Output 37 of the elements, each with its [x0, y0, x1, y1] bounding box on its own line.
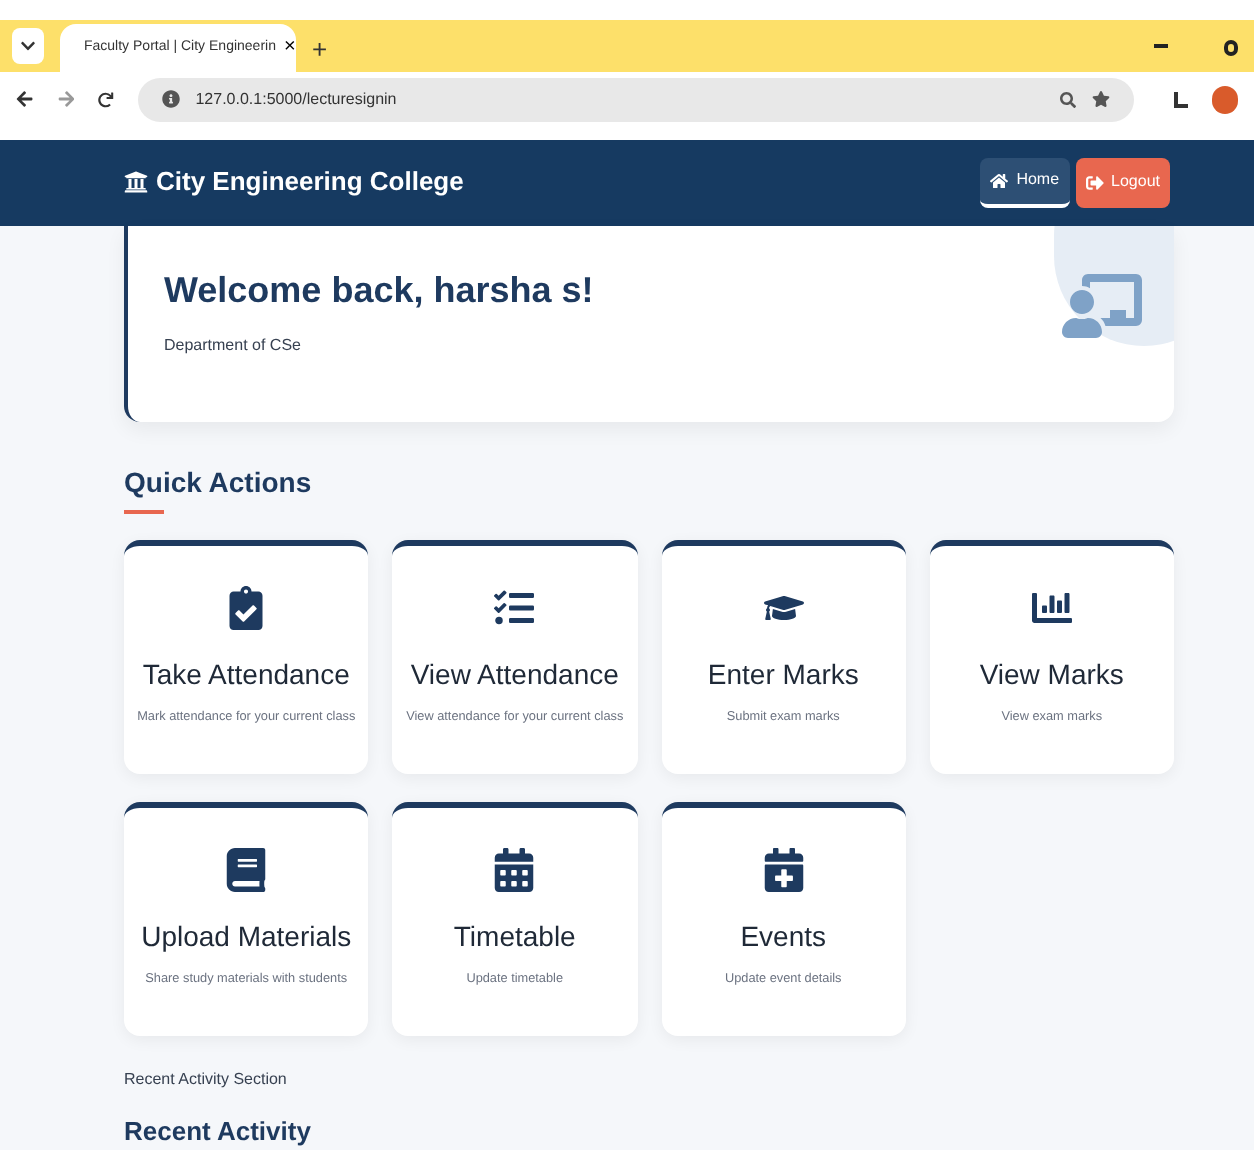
building-icon — [124, 170, 148, 195]
minimize-icon[interactable] — [1154, 43, 1168, 48]
action-title: View Marks — [979, 657, 1124, 692]
back-icon[interactable] — [16, 90, 34, 109]
calendar-icon — [494, 847, 535, 891]
section-title: Quick Actions — [124, 463, 312, 502]
address-bar[interactable]: 127.0.0.1:5000/lecturesignin — [137, 77, 1134, 122]
info-icon — [161, 90, 180, 109]
section-title: Recent Activity — [124, 1113, 313, 1150]
logout-icon — [1085, 173, 1104, 192]
home-button[interactable]: Home — [980, 157, 1070, 208]
tab-list-button[interactable] — [12, 27, 44, 64]
book-icon — [226, 847, 267, 891]
clipboard-check-icon — [226, 585, 267, 629]
action-title: Take Attendance — [142, 657, 350, 692]
calendar-plus-icon — [763, 847, 804, 891]
url-text: 127.0.0.1:5000/lecturesignin — [195, 87, 397, 112]
checklist-icon — [494, 585, 535, 629]
forward-icon[interactable] — [57, 90, 75, 109]
zoom-icon[interactable] — [1059, 91, 1076, 108]
reload-icon[interactable] — [98, 91, 114, 108]
tab-close-button[interactable]: × — [283, 32, 296, 63]
section-note: Recent Activity Section — [124, 1067, 289, 1091]
new-tab-button[interactable]: + — [312, 35, 328, 62]
home-icon — [990, 171, 1009, 190]
action-title: Enter Marks — [707, 657, 859, 692]
welcome-title: Welcome back, harsha s! — [164, 268, 594, 314]
action-title: View Attendance — [410, 657, 619, 692]
brand-title[interactable]: City Engineering College — [156, 162, 464, 202]
action-title: Timetable — [453, 919, 576, 954]
restore-icon[interactable] — [1224, 39, 1238, 56]
chevron-down-icon — [20, 37, 36, 54]
avatar-icon[interactable] — [1211, 85, 1238, 114]
star-icon[interactable] — [1091, 90, 1110, 109]
department-text: Department of CSe — [164, 334, 303, 358]
action-title: Events — [740, 919, 827, 954]
action-title: Upload Materials — [141, 919, 352, 954]
